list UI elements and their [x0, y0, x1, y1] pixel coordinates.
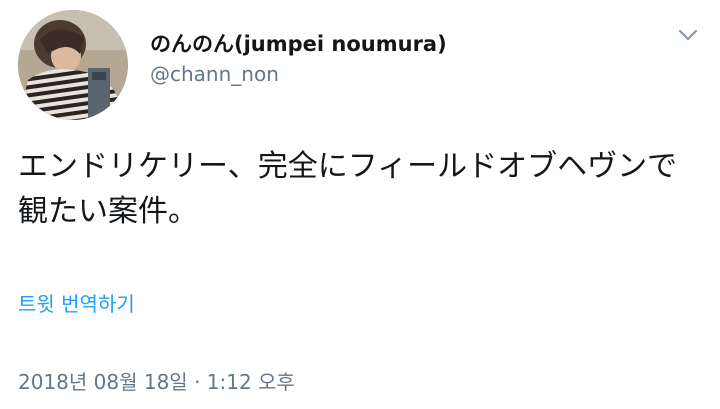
avatar-photo — [18, 10, 128, 120]
translate-tweet-link[interactable]: 트윗 번역하기 — [18, 290, 135, 318]
tweet-text: エンドリケリー、完全にフィールドオブヘヴンで観たい案件。 — [18, 149, 678, 229]
tweet-card: のんのん(jumpei noumura) @chann_non エンドリケリー、… — [0, 0, 720, 409]
user-handle[interactable]: @chann_non — [150, 61, 447, 87]
display-name[interactable]: のんのん(jumpei noumura) — [150, 30, 447, 58]
avatar[interactable] — [18, 10, 128, 120]
user-info: のんのん(jumpei noumura) @chann_non — [150, 30, 447, 87]
tweet-timestamp[interactable]: 2018년 08월 18일 · 1:12 오후 — [18, 368, 295, 396]
chevron-down-icon[interactable] — [676, 26, 700, 44]
